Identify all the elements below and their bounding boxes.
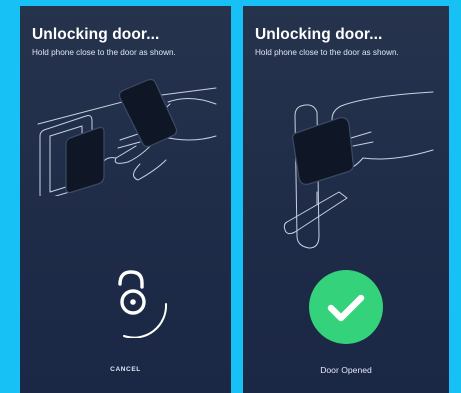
page-title: Unlocking door... [255,26,383,43]
door-opened-screen-right: Unlocking door... Hold phone close to th… [243,6,449,393]
status-message: Door Opened [320,365,372,375]
page-title: Unlocking door... [32,26,160,43]
phone-near-door-lock-illustration [37,78,217,196]
unlocking-screen-left: Unlocking door... Hold phone close to th… [20,6,231,393]
success-badge [309,270,383,344]
screenshot-stage: Unlocking door... Hold phone close to th… [0,0,461,393]
unlock-padlock-icon [118,270,168,339]
page-subtitle: Hold phone close to the door as shown. [32,48,176,57]
page-subtitle: Hold phone close to the door as shown. [255,48,399,57]
cancel-button[interactable]: CANCEL [20,364,231,375]
checkmark-icon [327,294,365,322]
unlocking-progress [96,258,176,339]
phone-near-door-handle-illustration [283,91,434,249]
